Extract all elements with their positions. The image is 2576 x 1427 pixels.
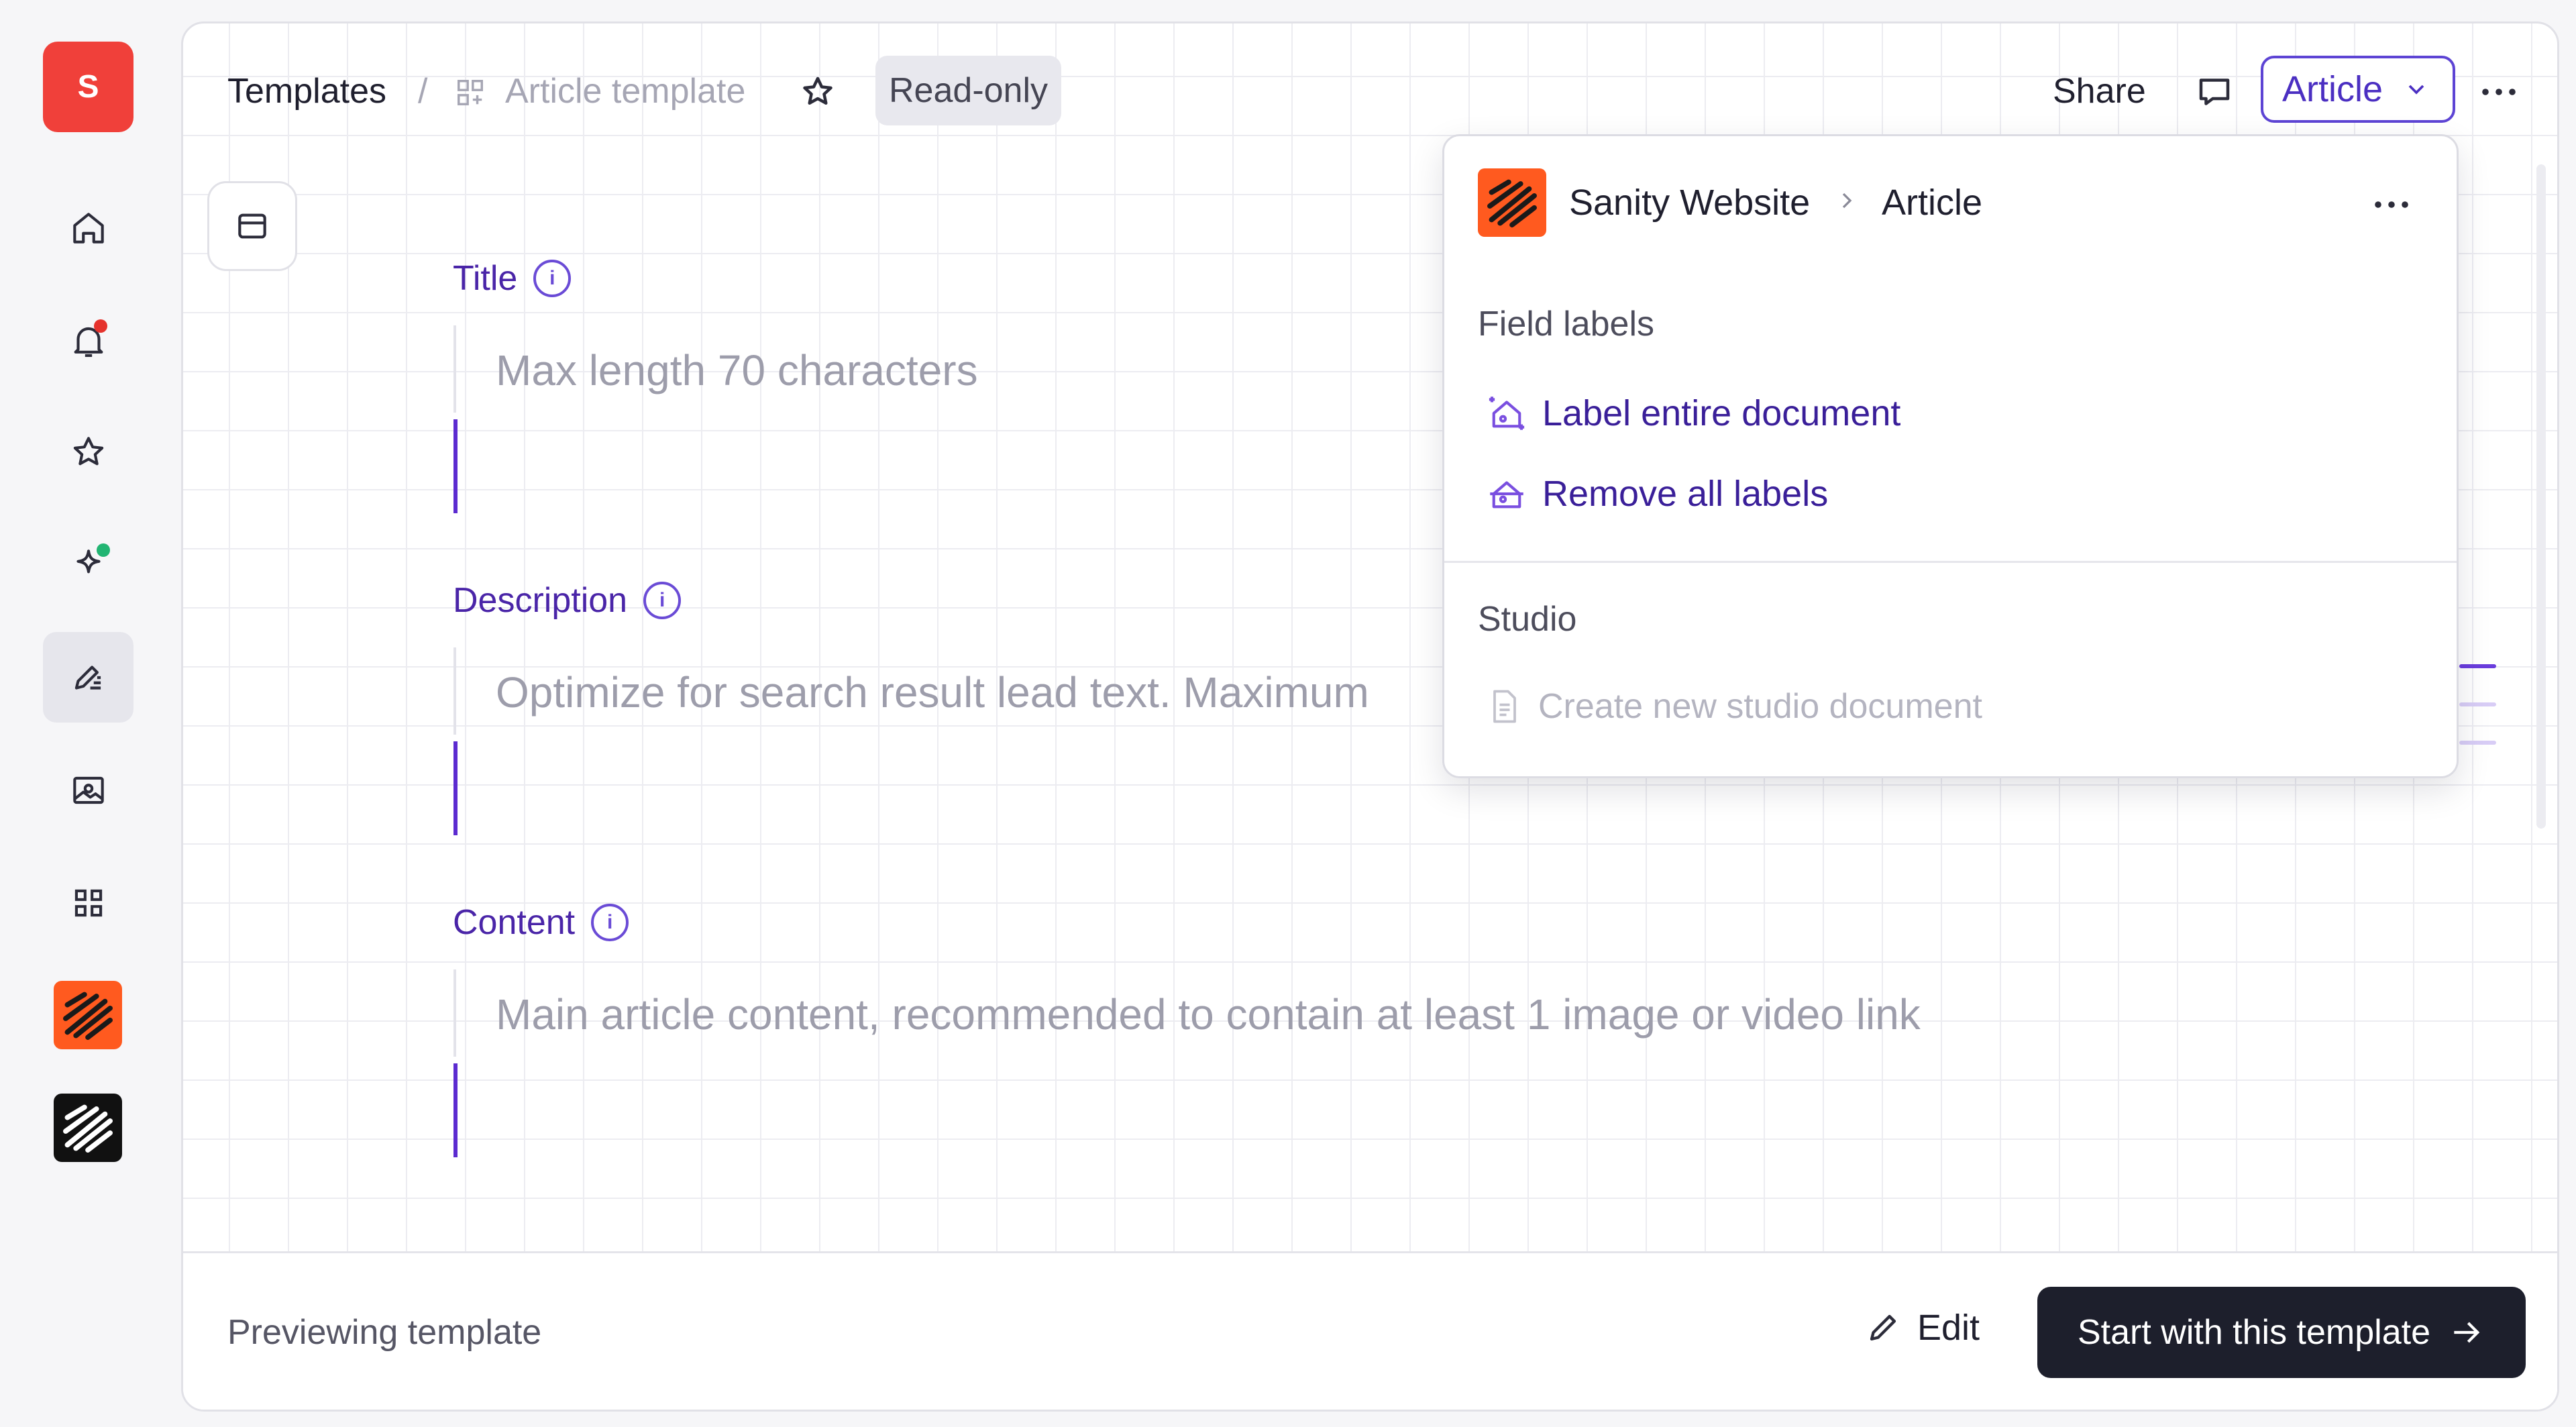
document-type-menu: Sanity Website Article Field labels Labe…: [1442, 134, 2459, 778]
menu-divider: [1444, 561, 2457, 563]
label-sparkle-icon: [1489, 397, 1525, 430]
share-button[interactable]: Share: [2053, 68, 2146, 115]
title-field-label: Title i: [453, 258, 572, 299]
description-field-label: Description i: [453, 580, 682, 621]
document-type-selector[interactable]: Article: [2261, 56, 2455, 123]
menu-project-name: Sanity Website: [1569, 182, 1811, 223]
field-divider: [453, 647, 456, 735]
content-field-label: Content i: [453, 902, 629, 943]
breadcrumb-separator: /: [418, 72, 428, 111]
outline-marker: [2459, 741, 2496, 745]
sparkle-icon[interactable]: [43, 519, 133, 610]
compose-icon[interactable]: [43, 632, 133, 723]
field-accent-bar: [453, 419, 458, 513]
document-icon: [1493, 690, 1516, 723]
chevron-down-icon: [2408, 85, 2424, 95]
arrow-right-icon: [2454, 1322, 2480, 1343]
pencil-icon: [1870, 1314, 1896, 1341]
panel-layout-icon: [238, 213, 266, 239]
left-rail: S: [0, 0, 181, 1427]
more-options-icon[interactable]: [2477, 77, 2520, 110]
template-icon: [455, 77, 486, 111]
field-accent-bar: [453, 1063, 458, 1157]
info-icon[interactable]: i: [591, 904, 629, 941]
preview-status: Previewing template: [227, 1313, 542, 1352]
field-divider: [453, 969, 456, 1057]
outline-marker-active: [2459, 664, 2496, 668]
field-accent-bar: [453, 741, 458, 835]
section-studio: Studio: [1478, 600, 1577, 639]
remove-all-labels-item[interactable]: Remove all labels: [1485, 472, 1828, 516]
document-type-label: Article: [2282, 69, 2383, 109]
start-label: Start with this template: [2078, 1313, 2430, 1352]
comment-icon[interactable]: [2194, 72, 2235, 115]
info-icon[interactable]: i: [643, 582, 682, 619]
outline-marker: [2459, 702, 2496, 706]
star-icon[interactable]: [43, 407, 133, 497]
edit-label: Edit: [1917, 1308, 1980, 1348]
home-icon[interactable]: [43, 182, 133, 273]
description-label-text: Description: [453, 581, 628, 620]
grid-icon[interactable]: [43, 857, 133, 948]
org-initial: S: [77, 69, 99, 105]
notification-dot: [94, 319, 107, 333]
create-studio-document-item: Create new studio document: [1485, 686, 1982, 727]
title-input[interactable]: Max length 70 characters: [496, 346, 978, 395]
footer-bar: Previewing template Edit Start with this…: [183, 1251, 2557, 1410]
remove-label-icon: [1490, 481, 1523, 509]
start-with-template-button[interactable]: Start with this template: [2037, 1287, 2526, 1378]
edit-button[interactable]: Edit: [1864, 1307, 1980, 1349]
panel-toggle-button[interactable]: [207, 181, 297, 271]
content-label-text: Content: [453, 903, 576, 942]
image-icon[interactable]: [43, 745, 133, 835]
bell-icon[interactable]: [43, 295, 133, 386]
sanity-website-logo: [1478, 168, 1546, 237]
document-header: Templates / Article template Read-only S…: [183, 23, 2557, 131]
field-divider: [453, 325, 456, 413]
read-only-badge: Read-only: [875, 56, 1062, 125]
title-label-text: Title: [453, 259, 518, 298]
description-input[interactable]: Optimize for search result lead text. Ma…: [496, 668, 1369, 717]
org-avatar[interactable]: S: [43, 42, 133, 132]
menu-more-icon[interactable]: [2370, 190, 2413, 223]
menu-doc-type: Article: [1882, 182, 1983, 223]
label-entire-document-item[interactable]: Label entire document: [1485, 391, 1900, 435]
favorite-star-icon[interactable]: [798, 72, 838, 115]
content-input[interactable]: Main article content, recommended to con…: [496, 990, 1921, 1039]
info-icon[interactable]: i: [533, 260, 572, 297]
breadcrumb-article-template[interactable]: Article template: [505, 68, 745, 115]
sanity-website-logo[interactable]: [54, 981, 122, 1049]
chevron-right-icon: [1833, 187, 1860, 217]
status-dot: [97, 543, 110, 557]
project-logo-dark[interactable]: [54, 1094, 122, 1162]
remove-labels-text: Remove all labels: [1542, 474, 1829, 514]
section-field-labels: Field labels: [1478, 305, 1655, 343]
breadcrumb-templates[interactable]: Templates: [227, 68, 386, 115]
label-entire-text: Label entire document: [1542, 393, 1901, 433]
create-doc-text: Create new studio document: [1538, 687, 1982, 726]
scrollbar[interactable]: [2536, 164, 2546, 829]
